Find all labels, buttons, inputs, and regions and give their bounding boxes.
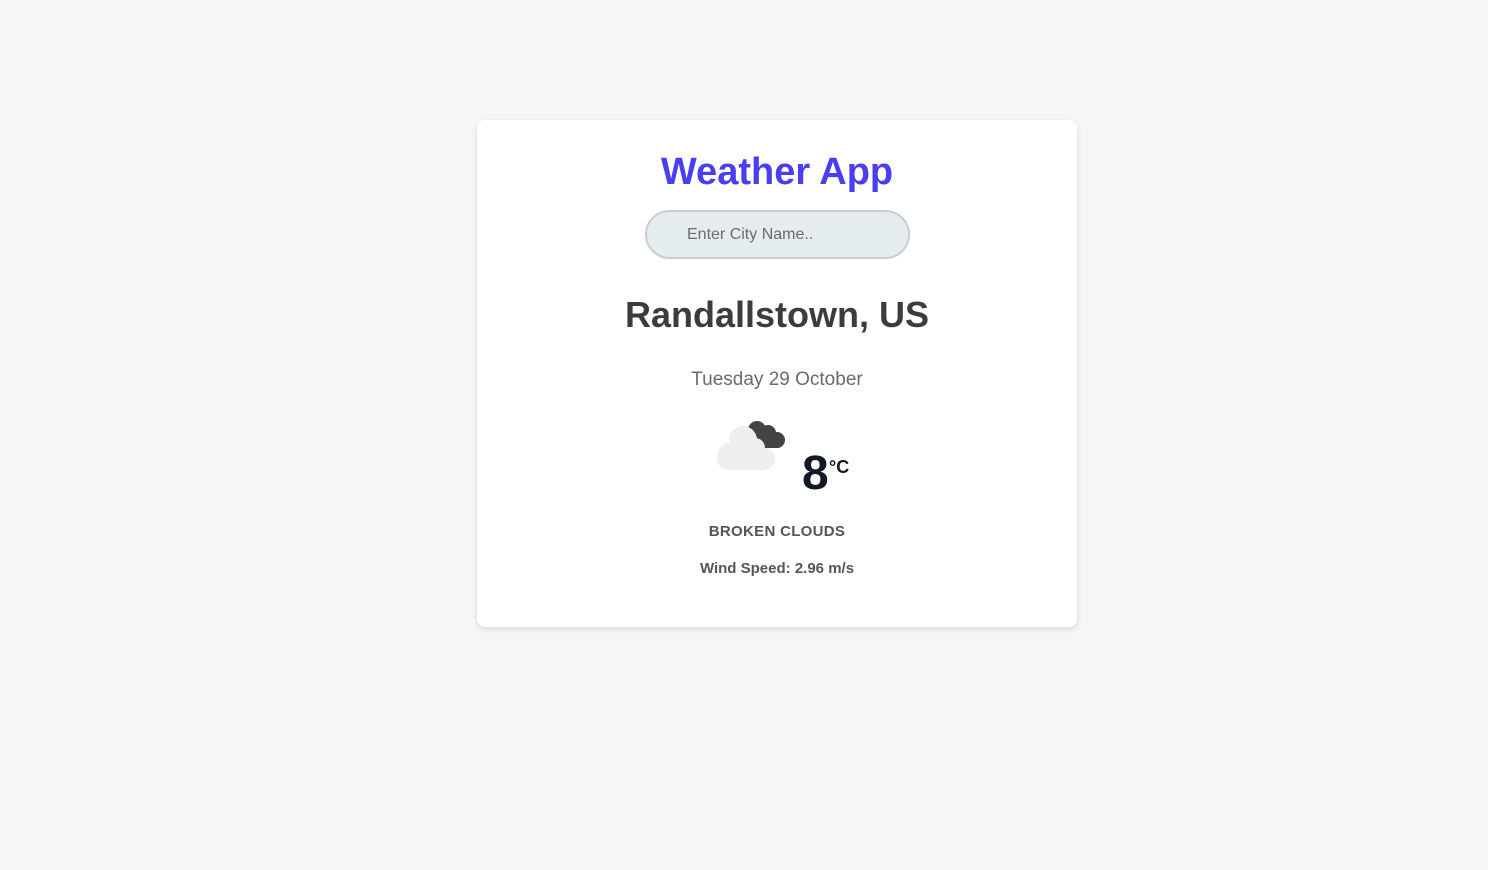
temperature-unit: °C bbox=[829, 457, 850, 477]
wind-speed-label: Wind Speed: bbox=[699, 560, 791, 577]
temperature-value: 8 bbox=[802, 447, 829, 500]
location-name: Randallstown, US bbox=[624, 294, 930, 335]
wind-speed-value: 2.96 m/s bbox=[794, 560, 855, 577]
weather-description: BROKEN CLOUDS bbox=[708, 523, 846, 540]
city-search-input[interactable] bbox=[645, 210, 910, 259]
app-title: Weather App bbox=[660, 151, 894, 193]
weather-summary: 8 °C bbox=[715, 418, 855, 504]
broken-clouds-icon bbox=[717, 421, 785, 470]
current-date: Tuesday 29 October bbox=[691, 369, 863, 390]
weather-card: Weather App Randallstown, US Tuesday 29 … bbox=[477, 120, 1077, 627]
wind-speed: Wind Speed: 2.96 m/s bbox=[477, 559, 1077, 579]
